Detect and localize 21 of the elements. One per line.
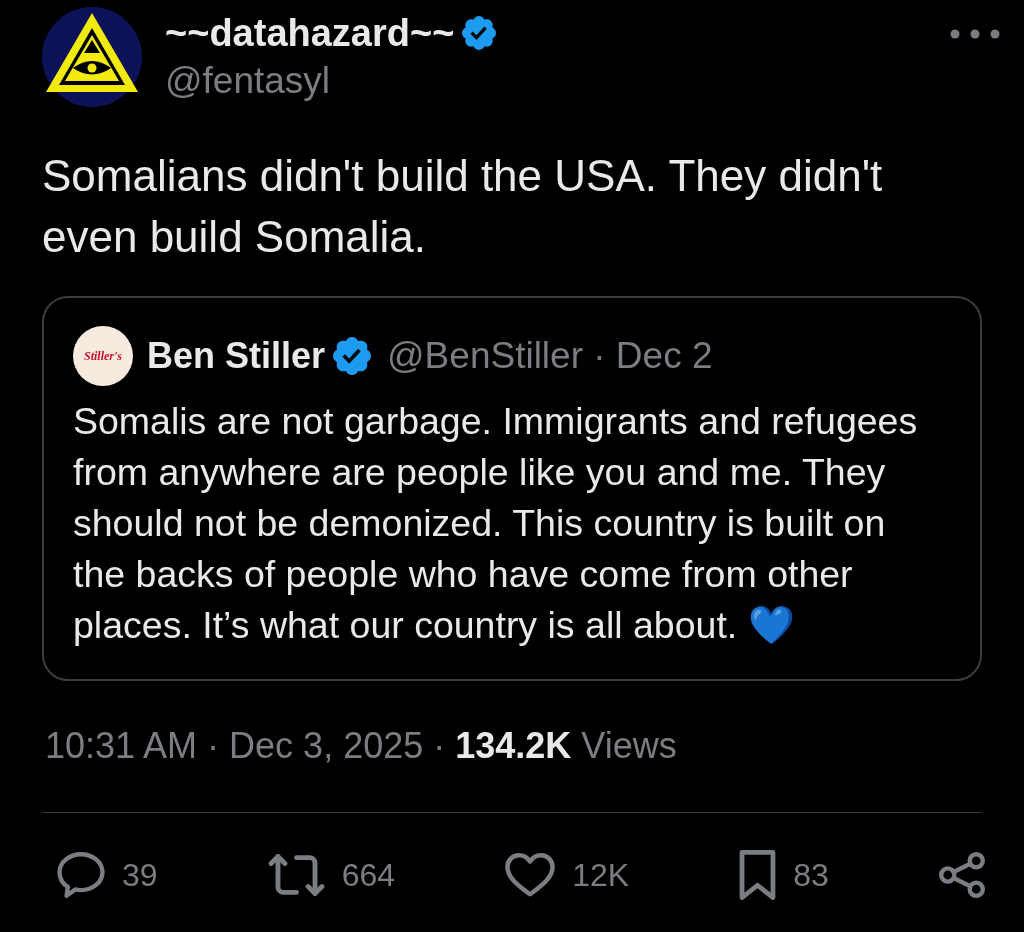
bookmark-icon [739,850,777,900]
quoted-avatar-logo[interactable]: Stiller's [73,326,133,386]
triangle-eye-avatar-icon[interactable] [42,7,142,107]
reply-button[interactable]: 39 [57,851,158,899]
like-button[interactable]: 12K [505,851,630,899]
quoted-handle-date[interactable]: @BenStiller · Dec 2 [387,334,713,378]
tweet-text: Somalians didn't build the USA. They didn't even build Somalia. [42,150,884,263]
share-icon [938,852,985,898]
quoted-tweet-text: Somalis are not garbage. Immigrants and refugees from anywhere are people like you and me. They should not be demonized. This country is built on the backs of people who have come from other places. It’s what our country is all about. 💙 [73,399,919,648]
quoted-tweet-card[interactable] [42,296,982,681]
share-button[interactable] [938,852,985,898]
more-options-icon[interactable] [950,29,1000,39]
bookmark-button[interactable]: 83 [739,850,829,900]
repost-button[interactable]: 664 [267,851,396,899]
heart-icon [505,853,556,897]
author-handle[interactable]: @fentasyl [165,59,497,103]
quoted-author-name[interactable]: Ben Stiller [147,334,326,378]
reply-icon [57,852,105,898]
author-name[interactable]: ~~datahazard~~ [165,11,455,55]
repost-icon [267,853,325,897]
timestamp-views: 10:31 AM · Dec 3, 2025 · 134.2K Views [44,724,678,768]
